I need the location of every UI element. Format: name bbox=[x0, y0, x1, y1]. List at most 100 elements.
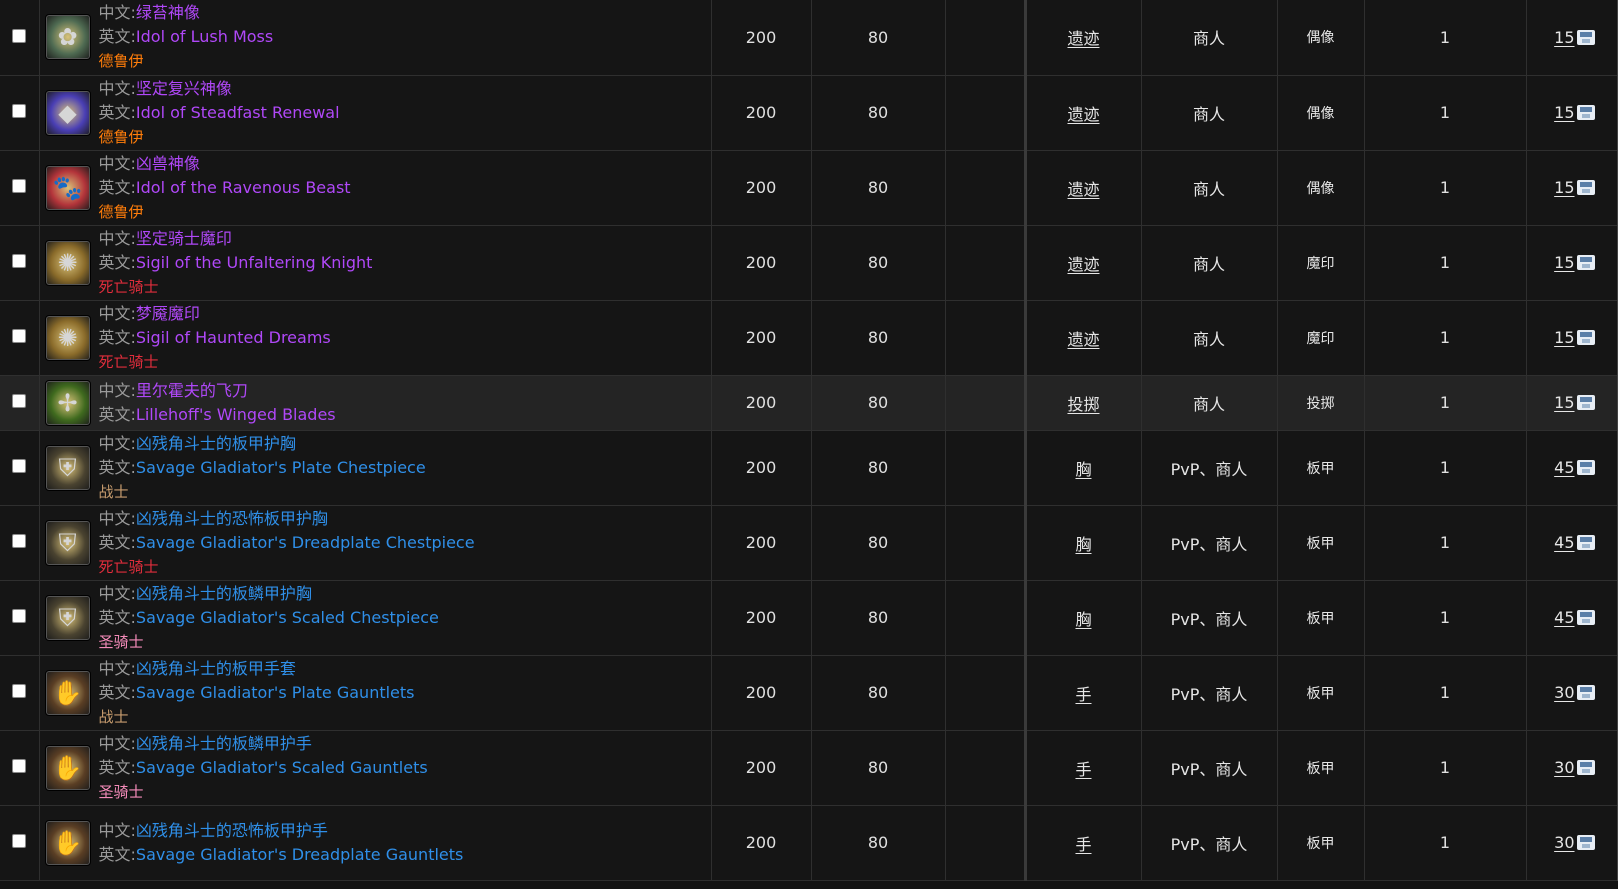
item-name-en-link[interactable]: Idol of Steadfast Renewal bbox=[136, 103, 340, 122]
throwing-blades-icon[interactable]: ✢ bbox=[44, 379, 91, 426]
cn-label: 中文: bbox=[98, 658, 136, 678]
table-row[interactable]: ✋ 中文:凶残角斗士的板鳞甲护手 英文:Savage Gladiator's Sca… bbox=[0, 730, 1618, 806]
sigil-icon[interactable]: ✺ bbox=[44, 314, 91, 361]
item-name-cn-link[interactable]: 坚定骑士魔印 bbox=[136, 229, 232, 248]
slot-link[interactable]: 遗迹 bbox=[1067, 330, 1099, 349]
item-name-cn-link[interactable]: 凶残角斗士的恐怖板甲护手 bbox=[136, 821, 328, 840]
item-name-cn-link[interactable]: 凶残角斗士的板鳞甲护胸 bbox=[136, 584, 312, 603]
item-name-en-link[interactable]: Savage Gladiator's Scaled Gauntlets bbox=[136, 758, 428, 777]
price-value[interactable]: 30 bbox=[1554, 758, 1574, 777]
class-restriction[interactable]: 德鲁伊 bbox=[99, 200, 351, 224]
item-name-cn-link[interactable]: 凶残角斗士的板甲手套 bbox=[136, 659, 296, 678]
table-row[interactable]: ✢ 中文:里尔霍夫的飞刀 英文:Lillehoff's Winged Blades 2… bbox=[0, 375, 1618, 431]
table-row[interactable]: ✺ 中文:坚定骑士魔印 英文:Sigil of the Unfaltering Kn… bbox=[0, 225, 1618, 301]
row-checkbox[interactable] bbox=[12, 28, 27, 43]
table-row[interactable]: ✋ 中文:凶残角斗士的恐怖板甲护手 英文:Savage Gladiator's Dr… bbox=[0, 805, 1618, 881]
price-value[interactable]: 45 bbox=[1554, 533, 1574, 552]
price-value[interactable]: 15 bbox=[1554, 393, 1574, 412]
row-checkbox[interactable] bbox=[12, 834, 27, 848]
price-value[interactable]: 15 bbox=[1554, 178, 1574, 197]
class-restriction[interactable]: 战士 bbox=[99, 705, 415, 729]
price-value[interactable]: 15 bbox=[1554, 328, 1574, 347]
slot-link[interactable]: 遗迹 bbox=[1067, 180, 1099, 199]
slot-link[interactable]: 手 bbox=[1075, 685, 1091, 704]
class-restriction[interactable]: 圣骑士 bbox=[99, 780, 428, 804]
chest-armor-icon[interactable]: ⛨ bbox=[44, 444, 91, 491]
row-checkbox[interactable] bbox=[12, 394, 27, 408]
slot-link[interactable]: 投掷 bbox=[1067, 395, 1099, 414]
item-name-en-link[interactable]: Savage Gladiator's Scaled Chestpiece bbox=[136, 608, 439, 627]
class-restriction[interactable]: 死亡骑士 bbox=[99, 555, 475, 579]
table-row[interactable]: ✿ 中文:绿苔神像 英文:Idol of Lush Moss 德鲁伊 200 80 遗迹 商人… bbox=[0, 0, 1618, 76]
slot-link[interactable]: 遗迹 bbox=[1067, 105, 1099, 124]
crystal-idol-icon[interactable]: ◆ bbox=[44, 89, 91, 136]
slot-link[interactable]: 手 bbox=[1075, 835, 1091, 854]
item-name-en-link[interactable]: Savage Gladiator's Dreadplate Gauntlets bbox=[136, 845, 463, 864]
class-restriction[interactable]: 德鲁伊 bbox=[99, 125, 340, 149]
item-name-en-link[interactable]: Sigil of the Unfaltering Knight bbox=[136, 253, 373, 272]
row-checkbox[interactable] bbox=[12, 329, 27, 343]
item-name-en-link[interactable]: Idol of Lush Moss bbox=[136, 27, 273, 46]
row-checkbox[interactable] bbox=[12, 759, 27, 773]
item-name-en-link[interactable]: Savage Gladiator's Plate Chestpiece bbox=[136, 458, 426, 477]
chest-armor-icon[interactable]: ⛨ bbox=[44, 594, 91, 641]
row-checkbox[interactable] bbox=[12, 684, 27, 698]
row-select-cell bbox=[0, 805, 40, 881]
price-value[interactable]: 15 bbox=[1554, 253, 1574, 272]
item-name-cn-link[interactable]: 凶兽神像 bbox=[136, 154, 200, 173]
item-name-en-link[interactable]: Sigil of Haunted Dreams bbox=[136, 328, 331, 347]
item-name-cn-link[interactable]: 凶残角斗士的板甲护胸 bbox=[136, 434, 296, 453]
table-row[interactable]: ⛨ 中文:凶残角斗士的恐怖板甲护胸 英文:Savage Gladiator's Dr… bbox=[0, 505, 1618, 581]
row-checkbox[interactable] bbox=[12, 254, 27, 268]
slot-link[interactable]: 胸 bbox=[1075, 610, 1091, 629]
gauntlets-icon[interactable]: ✋ bbox=[44, 819, 91, 866]
item-level-cell: 200 bbox=[711, 225, 812, 301]
gauntlets-icon[interactable]: ✋ bbox=[44, 669, 91, 716]
item-name-en-link[interactable]: Savage Gladiator's Plate Gauntlets bbox=[136, 683, 415, 702]
row-checkbox[interactable] bbox=[12, 534, 27, 548]
item-name-en-link[interactable]: Savage Gladiator's Dreadplate Chestpiece bbox=[136, 533, 475, 552]
row-checkbox[interactable] bbox=[12, 459, 27, 473]
table-row[interactable]: ◆ 中文:坚定复兴神像 英文:Idol of Steadfast Renewal 德鲁… bbox=[0, 75, 1618, 151]
table-row[interactable]: ⛨ 中文:凶残角斗士的板鳞甲护胸 英文:Savage Gladiator's Sca… bbox=[0, 580, 1618, 656]
item-name-cn-link[interactable]: 凶残角斗士的恐怖板甲护胸 bbox=[136, 509, 328, 528]
chest-armor-icon[interactable]: ⛨ bbox=[44, 519, 91, 566]
class-restriction[interactable]: 战士 bbox=[99, 480, 426, 504]
item-name-cn-link[interactable]: 绿苔神像 bbox=[136, 3, 200, 22]
price-value[interactable]: 45 bbox=[1554, 608, 1574, 627]
table-row[interactable]: ⛨ 中文:凶残角斗士的板甲护胸 英文:Savage Gladiator's Plat… bbox=[0, 430, 1618, 506]
table-row[interactable]: 🐾 中文:凶兽神像 英文:Idol of the Ravenous Beast 德鲁伊… bbox=[0, 150, 1618, 226]
class-restriction[interactable]: 圣骑士 bbox=[99, 630, 439, 654]
table-row[interactable]: ✋ 中文:凶残角斗士的板甲手套 英文:Savage Gladiator's Plat… bbox=[0, 655, 1618, 731]
row-checkbox[interactable] bbox=[12, 179, 27, 193]
row-checkbox[interactable] bbox=[12, 609, 27, 623]
slot-link[interactable]: 胸 bbox=[1075, 535, 1091, 554]
slot-link[interactable]: 遗迹 bbox=[1067, 255, 1099, 274]
moss-idol-icon[interactable]: ✿ bbox=[44, 14, 91, 61]
class-restriction[interactable]: 死亡骑士 bbox=[99, 275, 373, 299]
price-value[interactable]: 15 bbox=[1554, 28, 1574, 47]
cn-label: 中文: bbox=[98, 733, 136, 753]
slot-link[interactable]: 遗迹 bbox=[1067, 29, 1099, 48]
paw-idol-icon[interactable]: 🐾 bbox=[44, 164, 91, 211]
price-value[interactable]: 45 bbox=[1554, 458, 1574, 477]
price-value[interactable]: 30 bbox=[1554, 683, 1574, 702]
item-name-en-link[interactable]: Idol of the Ravenous Beast bbox=[136, 178, 351, 197]
table-row[interactable]: ✺ 中文:梦魇魔印 英文:Sigil of Haunted Dreams 死亡骑士 20… bbox=[0, 300, 1618, 376]
item-name-cn-link[interactable]: 梦魇魔印 bbox=[136, 304, 200, 323]
price-value[interactable]: 30 bbox=[1554, 833, 1574, 852]
source-cell: PvP、商人 bbox=[1141, 805, 1278, 881]
item-name-cn-link[interactable]: 凶残角斗士的板鳞甲护手 bbox=[136, 734, 312, 753]
slot-link[interactable]: 手 bbox=[1075, 760, 1091, 779]
sigil-icon[interactable]: ✺ bbox=[44, 239, 91, 286]
item-name-en-link[interactable]: Lillehoff's Winged Blades bbox=[136, 405, 336, 424]
slot-link[interactable]: 胸 bbox=[1075, 460, 1091, 479]
gauntlets-icon[interactable]: ✋ bbox=[44, 744, 91, 791]
class-restriction[interactable]: 德鲁伊 bbox=[99, 49, 274, 73]
price-value[interactable]: 15 bbox=[1554, 103, 1574, 122]
class-restriction[interactable]: 死亡骑士 bbox=[99, 350, 331, 374]
item-name-cn-link[interactable]: 坚定复兴神像 bbox=[136, 79, 232, 98]
quantity-cell: 1 bbox=[1364, 580, 1527, 656]
item-name-cn-link[interactable]: 里尔霍夫的飞刀 bbox=[136, 381, 248, 400]
row-checkbox[interactable] bbox=[12, 104, 27, 118]
